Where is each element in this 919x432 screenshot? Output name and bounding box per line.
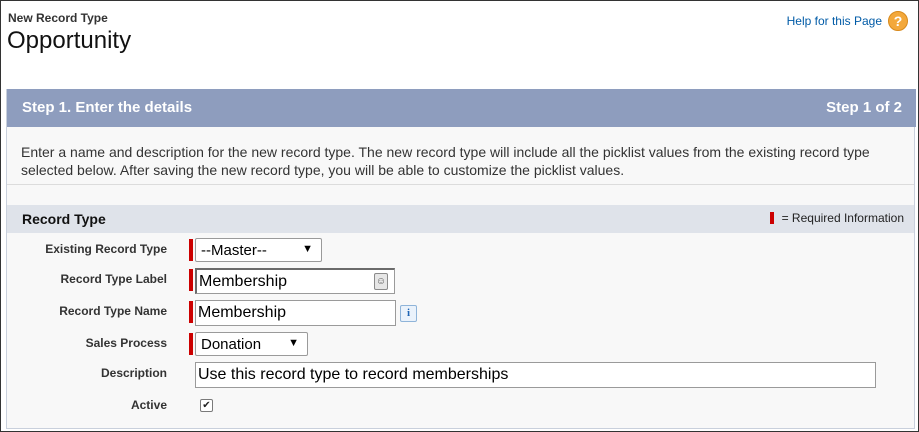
record-type-label-row: Record Type Label Membership ☺ xyxy=(7,268,914,294)
required-legend: = Required Information xyxy=(769,211,904,225)
existing-record-type-row: Existing Record Type --Master-- ▼ xyxy=(7,238,914,264)
step-title: Step 1. Enter the details xyxy=(22,99,193,116)
record-type-panel: Step 1. Enter the details Step 1 of 2 En… xyxy=(6,89,916,429)
sales-process-row: Sales Process Donation ▼ xyxy=(7,332,914,358)
record-type-name-input[interactable]: Membership xyxy=(195,300,396,326)
record-type-label-input[interactable]: Membership ☺ xyxy=(195,268,395,294)
description-row: Description Use this record type to reco… xyxy=(7,362,914,388)
active-label: Active xyxy=(130,398,167,412)
info-icon[interactable]: i xyxy=(400,305,417,322)
active-checkbox[interactable]: ✔ xyxy=(200,399,213,412)
sales-process-select[interactable]: Donation ▼ xyxy=(195,332,308,356)
record-type-name-value: Membership xyxy=(198,304,287,321)
active-row: Active ✔ xyxy=(7,394,914,420)
existing-record-type-select[interactable]: --Master-- ▼ xyxy=(195,238,322,262)
step-count: Step 1 of 2 xyxy=(826,99,902,116)
help-link-group[interactable]: Help for this Page ? xyxy=(787,11,908,31)
record-type-label-value: Membership xyxy=(199,273,288,290)
intro-text: Enter a name and description for the new… xyxy=(7,127,914,185)
description-label: Description xyxy=(100,366,167,380)
record-type-label-label: Record Type Label xyxy=(60,272,167,286)
help-link[interactable]: Help for this Page xyxy=(787,14,882,28)
description-input[interactable]: Use this record type to record membershi… xyxy=(195,362,876,388)
existing-record-type-label: Existing Record Type xyxy=(45,242,167,256)
record-type-name-label: Record Type Name xyxy=(59,304,167,318)
section-header: Record Type = Required Information xyxy=(7,205,914,233)
page-frame: New Record Type Opportunity Help for thi… xyxy=(0,0,919,432)
record-type-name-row: Record Type Name Membership i xyxy=(7,300,914,326)
contact-card-icon[interactable]: ☺ xyxy=(374,273,388,290)
section-title: Record Type xyxy=(22,211,106,227)
description-value: Use this record type to record membershi… xyxy=(198,366,509,383)
sales-process-value: Donation xyxy=(201,336,262,353)
required-marker xyxy=(189,333,193,355)
required-marker xyxy=(189,301,193,323)
existing-record-type-value: --Master-- xyxy=(201,242,267,259)
help-question-icon[interactable]: ? xyxy=(888,11,908,31)
required-marker xyxy=(769,212,774,224)
sales-process-label: Sales Process xyxy=(85,336,167,350)
page-title: Opportunity xyxy=(7,27,132,54)
page-subtitle: New Record Type xyxy=(8,11,108,25)
required-marker xyxy=(189,269,193,291)
required-legend-text: = Required Information xyxy=(781,211,904,225)
dropdown-arrow-icon: ▼ xyxy=(288,337,299,349)
dropdown-arrow-icon: ▼ xyxy=(302,243,313,255)
step-header: Step 1. Enter the details Step 1 of 2 xyxy=(7,89,916,127)
required-marker xyxy=(189,239,193,261)
